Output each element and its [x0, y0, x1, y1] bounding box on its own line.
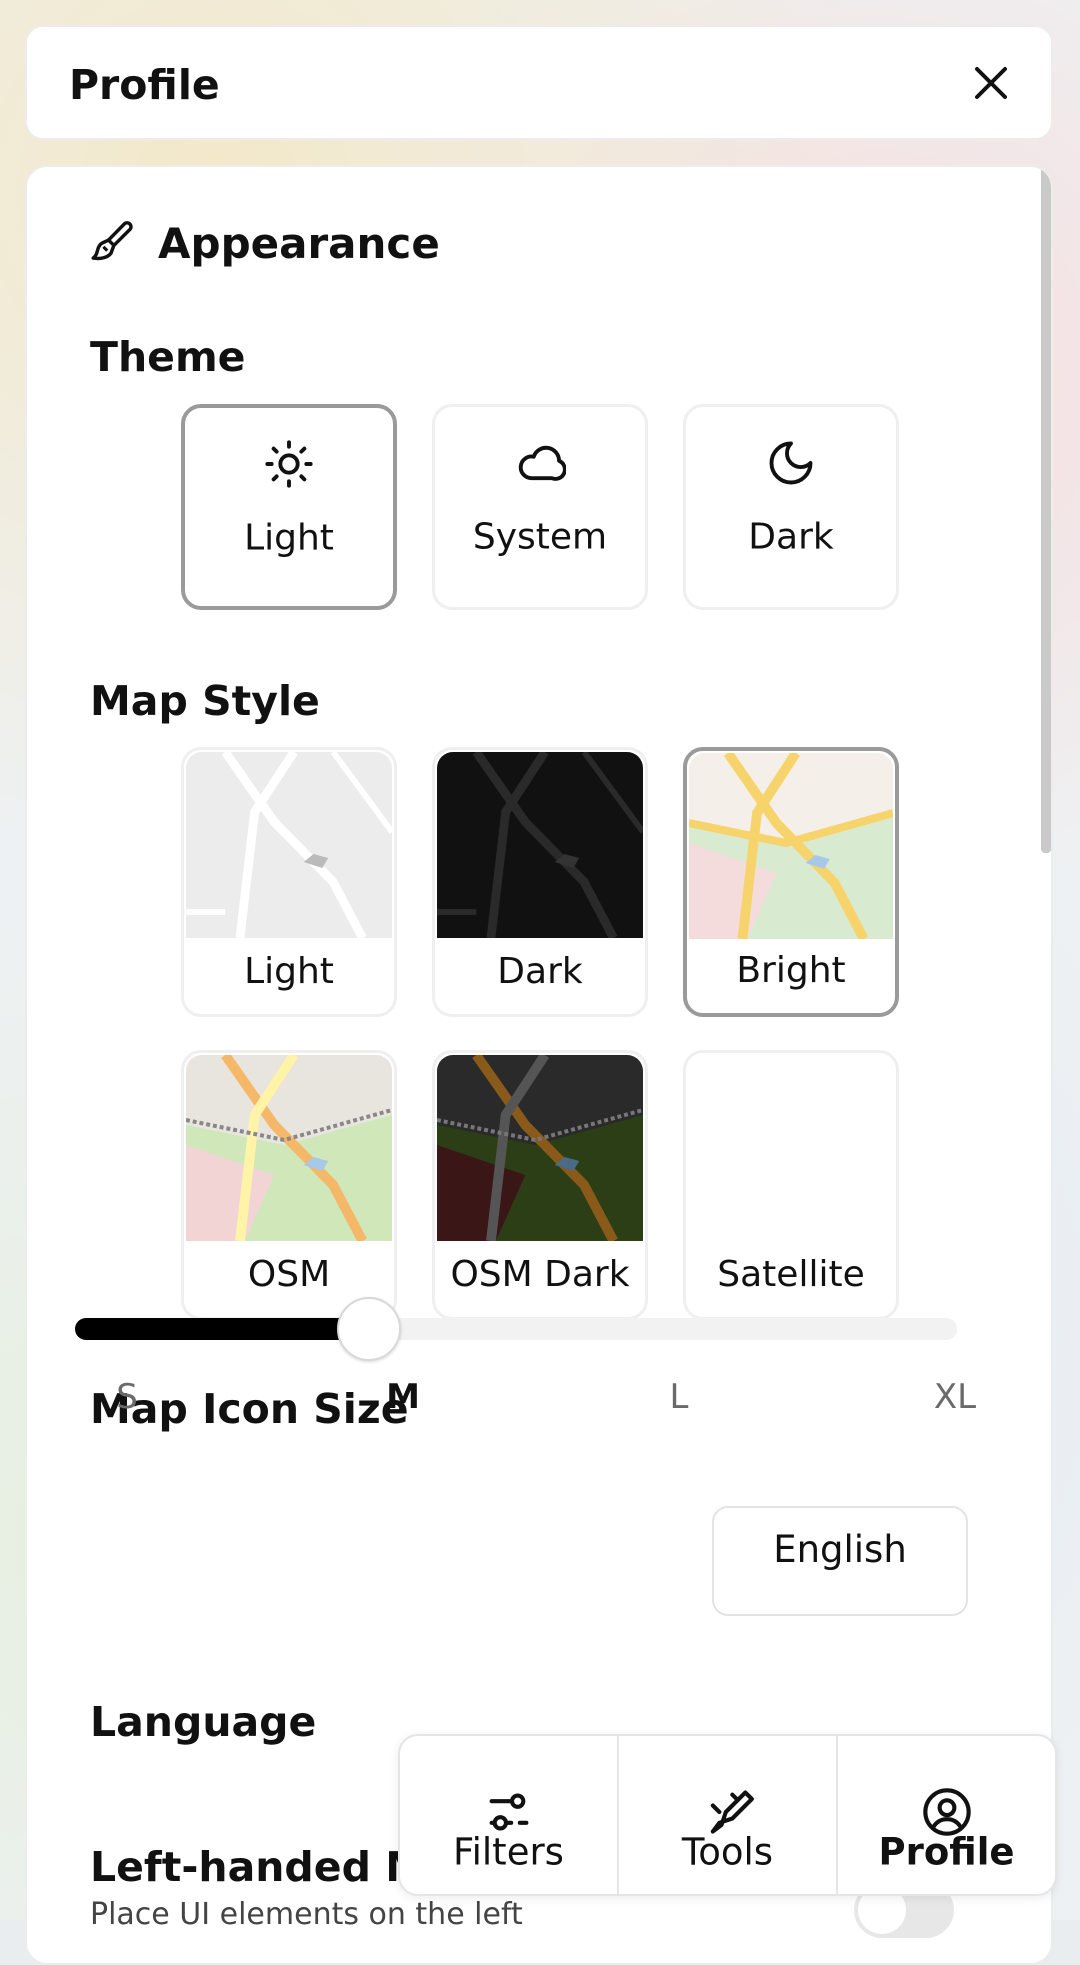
map-style-option-label: OSM Dark [450, 1254, 630, 1295]
sun-icon [265, 440, 313, 488]
nav-label: Tools [681, 1830, 774, 1874]
nav-profile[interactable]: Profile [836, 1736, 1055, 1894]
cloud-icon [518, 445, 566, 481]
theme-option-label: System [472, 516, 608, 558]
map-style-satellite[interactable]: Satellite [683, 1050, 899, 1320]
theme-option-label: Dark [748, 516, 834, 558]
language-label: Language [90, 1698, 317, 1746]
map-icon-size-slider[interactable] [75, 1297, 957, 1361]
theme-option-system[interactable]: System [432, 404, 648, 610]
map-style-option-label: Bright [736, 950, 846, 991]
map-thumbnail-dark [437, 752, 643, 938]
size-tick-m[interactable]: M [386, 1377, 420, 1417]
size-tick-xl[interactable]: XL [934, 1377, 976, 1417]
map-style-option-label: Dark [497, 951, 583, 992]
map-thumbnail-satellite [688, 1055, 894, 1241]
map-thumbnail-osm [186, 1055, 392, 1241]
nav-label: Profile [878, 1830, 1015, 1874]
slider-fill [75, 1318, 369, 1340]
theme-option-dark[interactable]: Dark [683, 404, 899, 610]
theme-option-label: Light [244, 517, 334, 559]
map-style-option-label: OSM [247, 1254, 331, 1295]
map-thumbnail-osm-dark [437, 1055, 643, 1241]
map-thumbnail-bright [689, 753, 893, 939]
scrollbar[interactable] [1041, 167, 1051, 853]
map-style-bright[interactable]: Bright [683, 747, 899, 1017]
profile-header: Profile [25, 25, 1053, 140]
map-style-label: Map Style [90, 677, 320, 725]
size-tick-s[interactable]: S [116, 1377, 138, 1417]
appearance-title: Appearance [158, 219, 440, 268]
map-style-dark[interactable]: Dark [432, 747, 648, 1017]
page-title: Profile [69, 61, 220, 109]
nav-filters[interactable]: Filters [400, 1736, 617, 1894]
size-tick-l[interactable]: L [670, 1377, 689, 1417]
language-select[interactable]: English [712, 1506, 968, 1616]
close-icon[interactable] [967, 59, 1015, 107]
profile-panel: Appearance Theme Light System Dark Map S… [25, 165, 1053, 1965]
nav-label: Filters [453, 1830, 564, 1874]
bottom-nav: Filters Tools Profile [398, 1734, 1057, 1896]
theme-label: Theme [90, 333, 246, 381]
map-style-osm-dark[interactable]: OSM Dark [432, 1050, 648, 1320]
map-style-option-label: Light [244, 951, 334, 992]
moon-icon [769, 441, 813, 485]
slider-thumb[interactable] [336, 1297, 401, 1361]
paintbrush-icon [91, 221, 133, 261]
left-handed-description: Place UI elements on the left [90, 1897, 523, 1932]
map-thumbnail-light [186, 752, 392, 938]
map-style-option-label: Satellite [717, 1254, 865, 1295]
map-style-osm[interactable]: OSM [181, 1050, 397, 1320]
map-style-light[interactable]: Light [181, 747, 397, 1017]
theme-option-light[interactable]: Light [181, 404, 397, 610]
nav-tools[interactable]: Tools [617, 1736, 836, 1894]
